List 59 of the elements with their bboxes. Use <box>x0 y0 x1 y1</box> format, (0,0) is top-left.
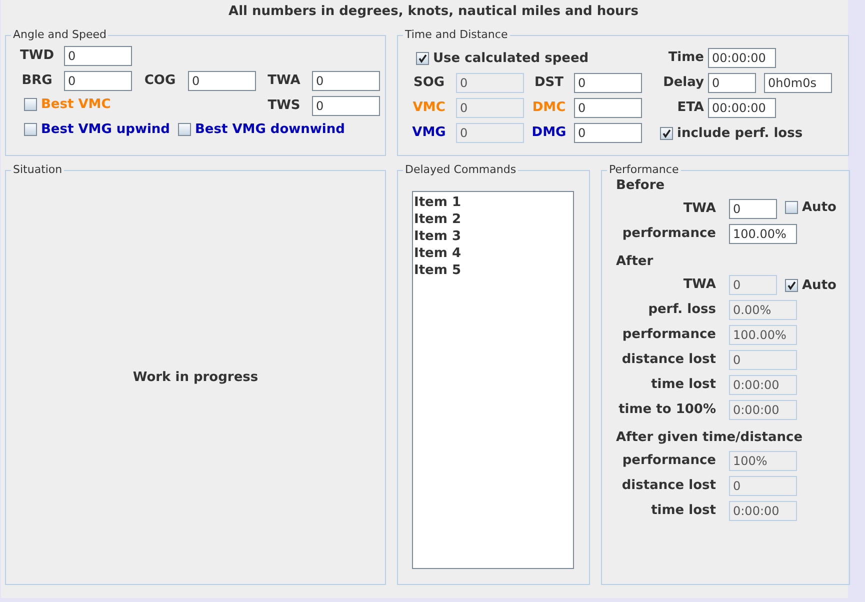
text-field[interactable]: 100.00% <box>729 224 797 244</box>
field-label: Time <box>667 50 704 65</box>
field-label: BRG <box>20 73 54 88</box>
checkbox[interactable]: Best VMG upwind <box>24 122 170 137</box>
list-item[interactable]: Item 3 <box>414 228 572 245</box>
field-label: performance <box>621 453 716 468</box>
group-title: Angle and Speed <box>11 28 108 42</box>
field-label: TWA <box>682 201 716 216</box>
field-label: TWA <box>266 73 302 88</box>
checkbox[interactable]: Use calculated speed <box>416 51 589 66</box>
field-label: TWS <box>266 98 302 113</box>
list-item[interactable]: Item 2 <box>414 211 572 228</box>
section-heading: Before <box>616 177 666 195</box>
status-message: Work in progress <box>132 370 258 385</box>
list-item[interactable]: Item 5 <box>414 262 572 279</box>
field-label: VMG <box>411 125 447 140</box>
check-icon <box>787 281 796 290</box>
field-label: perf. loss <box>647 302 716 317</box>
field-label: VMC <box>412 100 446 115</box>
text-field[interactable]: 0 <box>312 70 380 90</box>
field-label: TWA <box>682 277 716 292</box>
checkbox[interactable]: include perf. loss <box>660 126 803 141</box>
text-field[interactable]: 0 <box>312 96 380 116</box>
field-label: TWD <box>19 48 55 63</box>
field-label: ETA <box>676 100 704 115</box>
check-icon <box>418 54 427 63</box>
field-label: DMC <box>531 100 567 115</box>
checkbox[interactable]: Best VMG downwind <box>178 122 345 137</box>
list-item[interactable]: Item 4 <box>414 245 572 262</box>
check-icon <box>662 129 671 138</box>
field-label: distance lost <box>620 478 716 493</box>
field-label: time to 100% <box>618 402 716 417</box>
section-heading: After <box>616 253 654 271</box>
field-label: SOG <box>412 75 446 90</box>
field-label: time lost <box>650 377 716 392</box>
text-field[interactable]: 0 <box>574 122 642 142</box>
text-field[interactable]: 0 <box>574 72 642 92</box>
field-label: DST <box>533 75 565 90</box>
field-label: Delay <box>662 75 704 90</box>
field-label: performance <box>621 327 716 342</box>
field-label: COG <box>143 73 177 88</box>
section-heading: After given time/distance <box>616 429 804 447</box>
field-label: performance <box>621 226 716 241</box>
field-label: time lost <box>650 503 716 518</box>
text-field[interactable]: 0 <box>708 72 756 92</box>
text-field[interactable]: 0 <box>64 46 132 66</box>
text-field[interactable]: 0 <box>574 98 642 118</box>
list-item[interactable]: Item 1 <box>414 194 572 211</box>
text-field[interactable]: 00:00:00 <box>708 48 776 68</box>
text-field[interactable]: 0 <box>188 70 256 90</box>
checkbox[interactable]: Auto <box>785 200 836 215</box>
text-field[interactable]: 0h0m0s <box>764 72 832 92</box>
page-title: All numbers in degrees, knots, nautical miles and hours <box>228 3 638 19</box>
text-field[interactable]: 0 <box>64 70 132 90</box>
field-label: DMG <box>530 125 568 140</box>
text-field[interactable]: 0 <box>729 198 777 218</box>
group-title: Delayed Commands <box>403 163 518 177</box>
text-field[interactable]: 00:00:00 <box>708 98 776 118</box>
field-label: distance lost <box>620 352 716 367</box>
